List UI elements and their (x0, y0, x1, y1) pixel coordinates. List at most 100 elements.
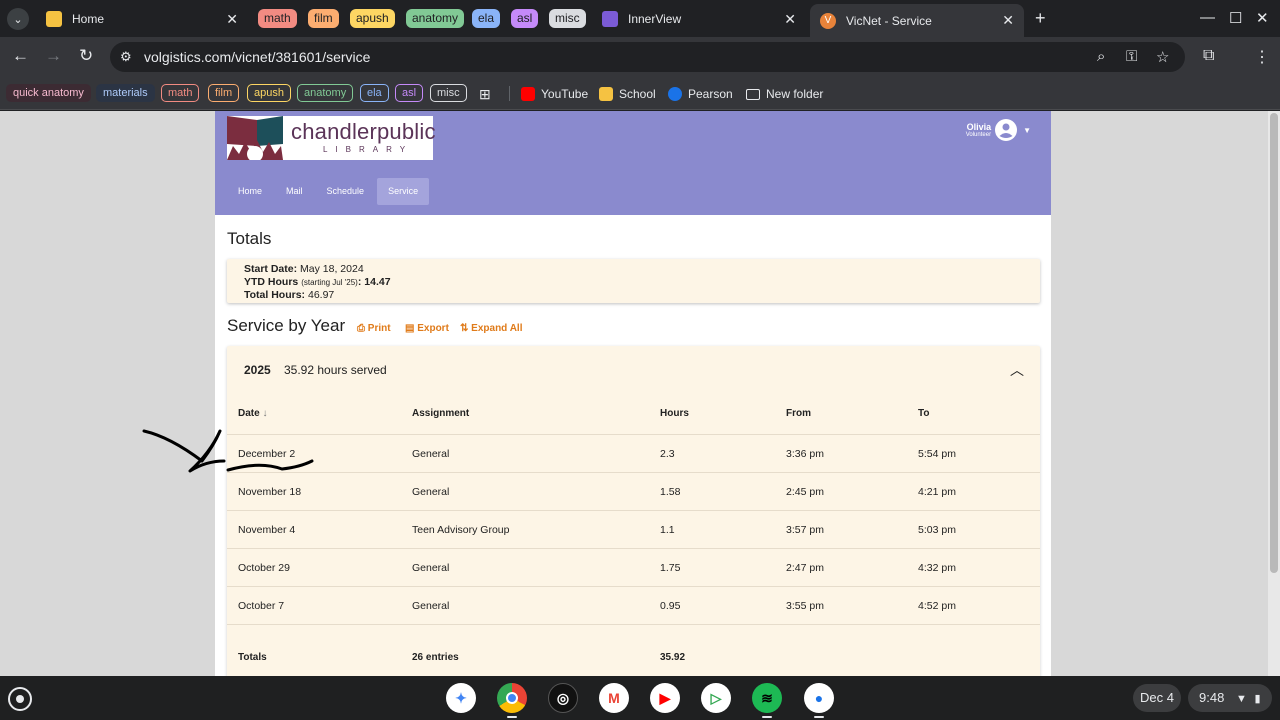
file-icon: ▤ (405, 323, 415, 334)
footer-entries: 26 entries (412, 652, 459, 663)
bookmarks-bar: quick anatomy materials math film apush … (0, 77, 1280, 110)
browser-toolbar: ← → ↻ ⚙ volgistics.com/vicnet/381601/ser… (0, 37, 1280, 77)
nav-service[interactable]: Service (377, 178, 430, 205)
youtube-app-icon[interactable]: ▶ (650, 683, 680, 713)
column-header-to[interactable]: To (918, 408, 929, 419)
tab-search-chevron-icon[interactable]: ⌄ (7, 8, 29, 30)
address-bar[interactable]: ⚙ volgistics.com/vicnet/381601/service ⌕… (110, 42, 1185, 72)
tab-strip: ⌄ Home ✕ math film apush anatomy ela asl… (0, 0, 1280, 37)
apps-grid-icon[interactable]: ⊞ (479, 85, 491, 103)
vicnet-icon: V (820, 12, 836, 29)
bookmark-group-materials[interactable]: materials (96, 84, 155, 102)
bookmark-group-anatomy[interactable]: anatomy (297, 84, 354, 102)
gemini-icon[interactable]: ✦ (446, 683, 476, 713)
bookmark-group-quick-anatomy[interactable]: quick anatomy (6, 84, 91, 102)
scrollbar-thumb[interactable] (1270, 113, 1278, 573)
new-tab-icon[interactable]: + (1035, 8, 1046, 29)
close-icon[interactable]: ✕ (1002, 12, 1014, 29)
spotify-icon[interactable]: ≋ (752, 683, 782, 713)
bookmark-school[interactable]: School (599, 85, 656, 103)
table-divider (227, 624, 1040, 625)
bookmark-group-asl[interactable]: asl (395, 84, 424, 102)
zoom-icon[interactable]: ⌕ (1097, 48, 1105, 65)
export-button[interactable]: ▤ Export (405, 323, 449, 334)
wifi-icon: ▼ (1235, 693, 1247, 705)
tab-group-math[interactable]: math (258, 9, 297, 28)
bookmark-new-folder[interactable]: New folder (746, 85, 823, 103)
os-shelf: ✦ ◎ M ▶ ▷ ≋ ● Dec 4 9:48 ▼ ▮ (0, 676, 1280, 720)
maximize-icon[interactable]: ☐ (1229, 9, 1242, 27)
column-header-hours[interactable]: Hours (660, 408, 689, 419)
pearson-icon (668, 87, 682, 101)
page-viewport: chandlerpublic LIBRARY Olivia Volunteer … (0, 111, 1280, 676)
user-menu[interactable]: Olivia Volunteer ▼ (966, 119, 1031, 141)
gmail-icon[interactable]: M (599, 683, 629, 713)
messages-icon[interactable]: ● (804, 683, 834, 713)
table-row[interactable]: November 18 General 1.58 2:45 pm 4:21 pm (227, 472, 1040, 510)
status-tray[interactable]: 9:48 ▼ ▮ (1188, 684, 1272, 712)
year-label[interactable]: 2025 (244, 363, 271, 377)
nav-mail[interactable]: Mail (275, 178, 314, 205)
page-scrollbar[interactable] (1268, 111, 1280, 676)
date-display[interactable]: Dec 4 (1133, 684, 1181, 712)
tab-innerview[interactable]: InnerView ✕ (592, 5, 806, 33)
url-text[interactable]: volgistics.com/vicnet/381601/service (144, 49, 370, 65)
bookmark-group-film[interactable]: film (208, 84, 240, 102)
column-header-date[interactable]: Date ↓ (238, 408, 267, 419)
footer-totals-label: Totals (238, 652, 267, 663)
tab-group-apush[interactable]: apush (350, 9, 395, 28)
extensions-icon[interactable]: ⧉ (1203, 47, 1214, 65)
tab-home[interactable]: Home ✕ (36, 5, 248, 33)
bookmark-group-apush[interactable]: apush (247, 84, 291, 102)
chrome-icon[interactable] (497, 683, 527, 713)
footer-hours: 35.92 (660, 652, 686, 663)
library-logo-mark (227, 116, 283, 160)
expand-all-button[interactable]: ⇅ Expand All (460, 323, 522, 334)
close-icon[interactable]: ✕ (226, 11, 238, 28)
minimize-icon[interactable]: — (1200, 9, 1215, 26)
launcher-icon[interactable] (8, 687, 32, 711)
bookmark-group-ela[interactable]: ela (360, 84, 389, 102)
close-icon[interactable]: ✕ (784, 11, 796, 28)
innerview-icon (602, 11, 618, 27)
table-row[interactable]: October 7 General 0.95 3:55 pm 4:52 pm (227, 586, 1040, 624)
sort-icon: ⇅ (460, 323, 469, 334)
reload-icon[interactable]: ↻ (79, 46, 93, 66)
bookmark-pearson[interactable]: Pearson (668, 85, 733, 103)
play-store-icon[interactable]: ▷ (701, 683, 731, 713)
print-icon: ⎙ (357, 323, 365, 334)
account-circle-icon (995, 119, 1018, 141)
bookmark-group-math[interactable]: math (161, 84, 200, 102)
tab-group-misc[interactable]: misc (549, 9, 586, 28)
chevron-up-icon[interactable]: ︿ (1010, 360, 1024, 380)
bookmark-group-misc[interactable]: misc (430, 84, 467, 102)
library-logo[interactable]: chandlerpublic LIBRARY (227, 116, 435, 160)
nav-schedule[interactable]: Schedule (316, 178, 376, 205)
star-icon[interactable]: ☆ (1156, 48, 1169, 66)
tab-vicnet-service[interactable]: V VicNet - Service ✕ (810, 4, 1024, 37)
key-icon[interactable]: ⚿ (1126, 48, 1137, 65)
hours-served: 35.92 hours served (284, 363, 387, 377)
battery-icon: ▮ (1254, 693, 1261, 705)
caret-down-icon: ▼ (1023, 125, 1031, 135)
menu-icon[interactable]: ⋮ (1254, 47, 1270, 67)
arrow-down-icon: ↓ (262, 408, 268, 419)
close-window-icon[interactable]: ✕ (1256, 9, 1269, 27)
bookmark-youtube[interactable]: YouTube (521, 85, 588, 103)
site-info-icon[interactable]: ⚙ (120, 49, 132, 65)
table-row[interactable]: November 4 Teen Advisory Group 1.1 3:57 … (227, 510, 1040, 548)
nav-home[interactable]: Home (227, 178, 273, 205)
tab-group-film[interactable]: film (308, 9, 339, 28)
tab-group-ela[interactable]: ela (472, 9, 501, 28)
totals-heading: Totals (227, 229, 272, 248)
back-icon[interactable]: ← (12, 46, 29, 66)
column-header-from[interactable]: From (786, 408, 811, 419)
forward-icon[interactable]: → (45, 46, 62, 66)
tab-group-anatomy[interactable]: anatomy (406, 9, 465, 28)
audible-icon[interactable]: ◎ (548, 683, 578, 713)
tab-group-asl[interactable]: asl (511, 9, 539, 28)
table-row[interactable]: December 2 General 2.3 3:36 pm 5:54 pm (227, 434, 1040, 472)
print-button[interactable]: ⎙ Print (357, 323, 391, 334)
table-row[interactable]: October 29 General 1.75 2:47 pm 4:32 pm (227, 548, 1040, 586)
column-header-assignment[interactable]: Assignment (412, 408, 469, 419)
